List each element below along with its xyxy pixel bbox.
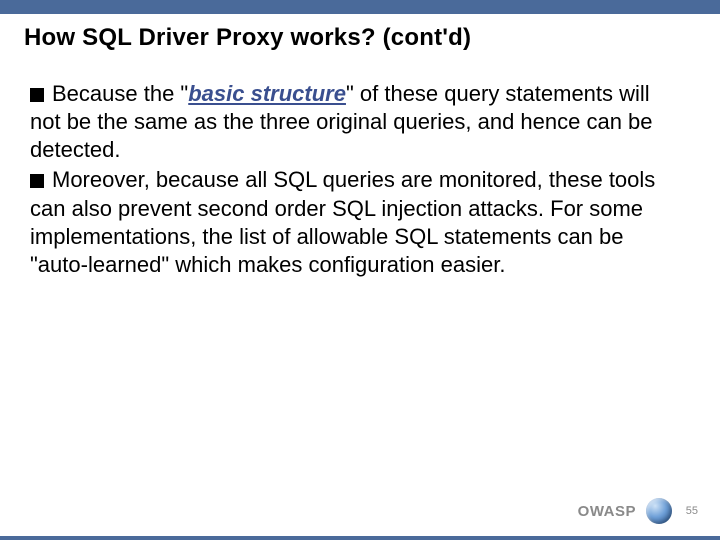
bullet-text: Moreover, because all SQL queries are mo…: [30, 167, 655, 276]
page-number: 55: [682, 505, 698, 517]
bullet-item: Moreover, because all SQL queries are mo…: [30, 166, 682, 279]
square-bullet-icon: [30, 88, 44, 102]
footer: OWASP 55: [578, 498, 698, 524]
bullet-item: Because the "basic structure" of these q…: [30, 80, 682, 164]
slide-body: Because the "basic structure" of these q…: [30, 80, 682, 281]
brand-label: OWASP: [578, 503, 636, 520]
square-bullet-icon: [30, 174, 44, 188]
header-bar: [0, 0, 720, 14]
footer-rule: [0, 536, 720, 540]
bullet-text-prefix: Because the ": [52, 81, 188, 106]
globe-logo-icon: [646, 498, 672, 524]
slide-title: How SQL Driver Proxy works? (cont'd): [24, 24, 696, 52]
emphasized-term: basic structure: [188, 81, 346, 106]
